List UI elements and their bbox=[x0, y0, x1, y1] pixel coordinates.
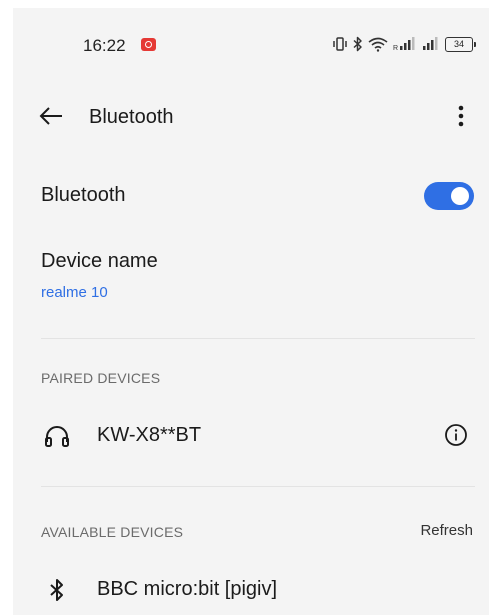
bluetooth-toggle-label: Bluetooth bbox=[41, 184, 126, 206]
device-info-button[interactable] bbox=[443, 422, 469, 448]
app-header: Bluetooth bbox=[13, 88, 489, 144]
vibrate-icon bbox=[333, 37, 347, 51]
refresh-button[interactable]: Refresh bbox=[420, 522, 473, 539]
more-options-button[interactable] bbox=[447, 100, 475, 132]
headphones-icon bbox=[43, 422, 71, 450]
divider bbox=[41, 338, 475, 339]
bluetooth-toggle-row[interactable]: Bluetooth bbox=[13, 172, 489, 220]
svg-text:R: R bbox=[393, 45, 398, 51]
info-icon bbox=[445, 424, 467, 446]
available-device-item[interactable]: BBC micro:bit [pigiv] bbox=[13, 564, 489, 615]
toggle-knob bbox=[451, 187, 469, 205]
screen-record-icon bbox=[141, 38, 156, 51]
signal-icon: R bbox=[393, 37, 415, 51]
settings-screen: 16:22 R 34 Bluetooth Bluetooth Device na… bbox=[13, 8, 489, 615]
status-time: 16:22 bbox=[83, 36, 126, 55]
paired-device-name: KW-X8**BT bbox=[97, 424, 202, 446]
device-name-row[interactable]: Device name realme 10 bbox=[13, 246, 489, 308]
device-name-title: Device name bbox=[41, 250, 158, 272]
bluetooth-icon bbox=[43, 576, 71, 604]
back-button[interactable] bbox=[35, 100, 67, 132]
available-device-name: BBC micro:bit [pigiv] bbox=[97, 578, 278, 600]
battery-icon: 34 bbox=[445, 36, 476, 52]
status-bar: 16:22 R 34 bbox=[13, 8, 489, 84]
divider bbox=[41, 486, 475, 487]
status-icons: R 34 bbox=[332, 34, 476, 54]
page-title: Bluetooth bbox=[89, 106, 174, 128]
signal-icon bbox=[423, 37, 438, 50]
wifi-icon bbox=[368, 37, 388, 52]
bluetooth-toggle-switch[interactable] bbox=[424, 182, 474, 210]
device-name-value: realme 10 bbox=[41, 284, 108, 301]
bluetooth-icon bbox=[353, 36, 362, 52]
available-devices-header: AVAILABLE DEVICES bbox=[41, 524, 184, 540]
arrow-left-icon bbox=[39, 107, 62, 125]
paired-devices-header: PAIRED DEVICES bbox=[41, 370, 161, 386]
more-vertical-icon bbox=[458, 105, 464, 127]
paired-device-item[interactable]: KW-X8**BT bbox=[13, 410, 489, 462]
